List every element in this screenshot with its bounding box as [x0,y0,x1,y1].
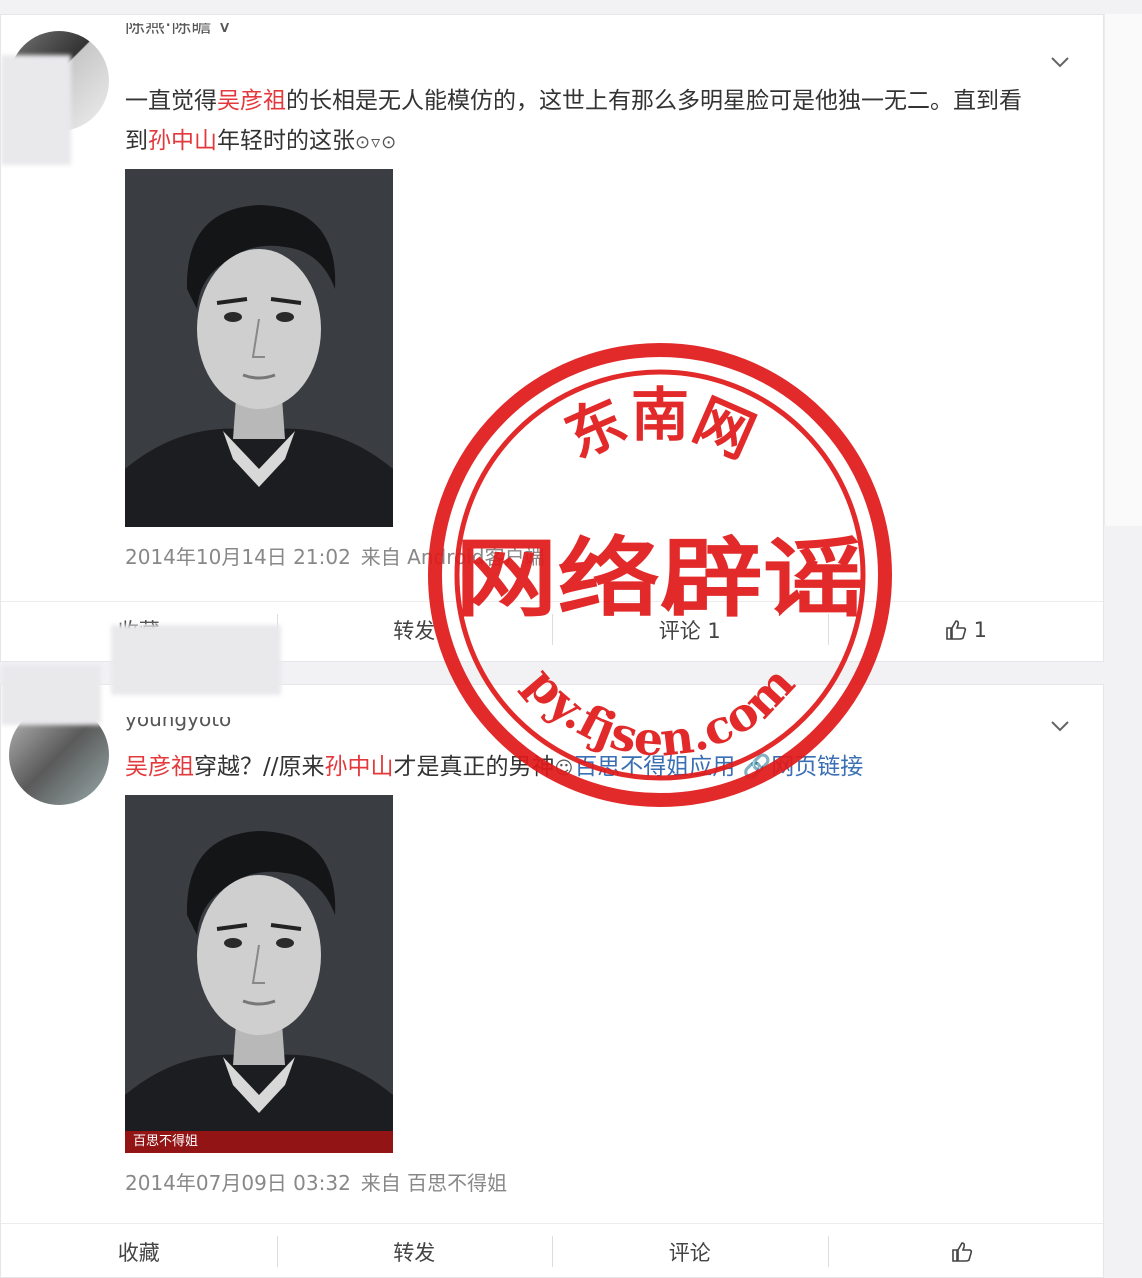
post-photo[interactable]: 百思不得姐 [125,795,393,1153]
text-segment: 年轻时的这张 [217,128,355,154]
chevron-down-icon[interactable] [1049,51,1071,73]
post-meta: 2014年10月14日 21:02 来自 Android客户端 [125,541,544,570]
text-segment: 穿越？//原来 [194,754,325,780]
text-segment: 才是真正的男神 [393,754,555,780]
emoticon: ☺ [554,758,575,779]
like-button[interactable] [827,1224,1104,1278]
post-date[interactable]: 2014年07月09日 03:32 [125,1171,351,1195]
comment-button[interactable]: 评论 [552,1224,828,1278]
link-icon: 🔗 [742,754,772,780]
comment-button[interactable]: 评论 1 [552,602,828,657]
watermark-caption: 百思不得姐 [125,1131,393,1153]
weibo-post-2: youngyoto 吴彦祖穿越？//原来孙中山才是真正的男神☺百思不得姐应用 🔗… [0,625,1104,1278]
comment-label: 评论 1 [658,618,721,643]
post-meta: 2014年07月09日 03:32 来自 百思不得姐 [125,1167,507,1196]
privacy-blur [1,665,101,725]
username[interactable]: 陈燕·陈瞻 V [125,23,231,35]
text-segment: 一直觉得 [125,88,217,114]
post-photo[interactable] [125,169,393,527]
chevron-down-icon[interactable] [1049,715,1071,737]
repost-label: 转发 [393,618,436,643]
weibo-post-1: 陈燕·陈瞻 V 一直觉得吴彦祖的长相是无人能模仿的，这世上有那么多明星脸可是他独… [0,14,1104,662]
post-source: 来自 百思不得姐 [360,1171,508,1195]
privacy-blur [1,55,71,165]
post-source: 来自 Android客户端 [360,545,545,569]
username[interactable]: youngyoto [125,717,231,735]
privacy-blur [111,625,281,695]
like-button[interactable]: 1 [827,602,1104,657]
topic-link[interactable]: 孙中山 [325,754,394,780]
web-link[interactable]: 网页链接 [771,754,863,780]
action-bar: 收藏 转发 评论 [1,1223,1103,1278]
scroll-edge [1104,14,1142,526]
like-count: 1 [973,617,987,642]
topic-link[interactable]: 吴彦祖 [217,88,286,114]
emoticon: ⊙▿⊙ [355,132,398,153]
comment-label: 评论 [668,1240,711,1265]
favorite-button[interactable]: 收藏 [1,1224,277,1278]
post-date[interactable]: 2014年10月14日 21:02 [125,545,351,569]
app-link[interactable]: 百思不得姐应用 [574,754,735,780]
topic-link[interactable]: 吴彦祖 [125,754,194,780]
post-text: 一直觉得吴彦祖的长相是无人能模仿的，这世上有那么多明星脸可是他独一无二。直到看到… [125,81,1043,163]
thumbs-up-icon [952,1241,973,1262]
topic-link[interactable]: 孙中山 [148,128,217,154]
post-text: 吴彦祖穿越？//原来孙中山才是真正的男神☺百思不得姐应用 🔗网页链接 [125,747,1043,789]
repost-button[interactable]: 转发 [276,602,553,657]
repost-label: 转发 [393,1240,436,1265]
favorite-label: 收藏 [117,1240,160,1265]
repost-button[interactable]: 转发 [276,1224,553,1278]
thumbs-up-icon [945,619,966,640]
